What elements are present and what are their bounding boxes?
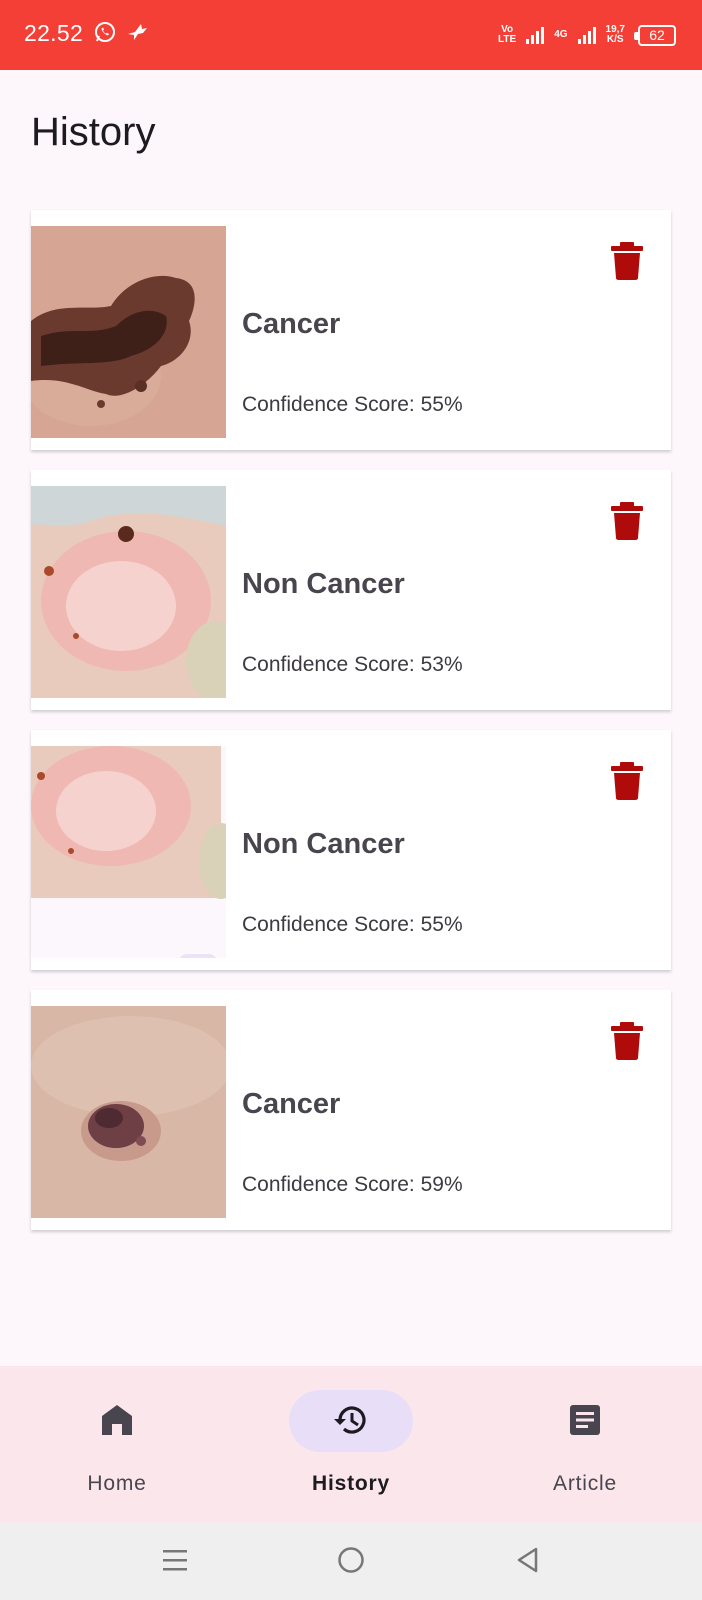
diagnosis-label: Cancer xyxy=(242,308,341,340)
nav-item-history[interactable]: History xyxy=(271,1388,431,1498)
confidence-score: Confidence Score: 53% xyxy=(242,653,463,676)
volte-indicator: Vo LTE xyxy=(498,24,517,45)
battery-indicator: 62 xyxy=(634,24,676,46)
page-title: History xyxy=(31,110,156,154)
history-card[interactable]: + Non Cancer Confidence Score: 55% xyxy=(31,730,671,970)
data-speed: 19,7 K/S xyxy=(605,24,625,45)
menu-icon[interactable] xyxy=(161,1546,189,1574)
bird-icon xyxy=(128,24,147,40)
network-type: 4G xyxy=(554,29,568,40)
home-icon xyxy=(102,1405,132,1435)
confidence-score: Confidence Score: 55% xyxy=(242,393,463,416)
nav-item-home[interactable]: Home xyxy=(37,1388,197,1498)
nav-item-article[interactable]: Article xyxy=(505,1388,665,1498)
nav-label: History xyxy=(312,1472,390,1495)
skin-image: + xyxy=(31,746,226,958)
trash-icon[interactable] xyxy=(611,502,643,540)
bottom-navigation: Home History Article xyxy=(0,1366,702,1523)
history-card[interactable]: Non Cancer Confidence Score: 53% xyxy=(31,470,671,710)
confidence-score: Confidence Score: 59% xyxy=(242,1173,463,1196)
signal-icon xyxy=(526,27,545,44)
confidence-score: Confidence Score: 55% xyxy=(242,913,463,936)
trash-icon[interactable] xyxy=(611,242,643,280)
status-time: 22.52 xyxy=(24,20,84,46)
whatsapp-icon xyxy=(95,22,115,42)
skin-image xyxy=(31,1006,226,1218)
article-icon xyxy=(570,1405,600,1435)
add-button[interactable]: + xyxy=(179,954,217,958)
trash-icon[interactable] xyxy=(611,762,643,800)
nav-label: Article xyxy=(553,1472,617,1495)
nav-label: Home xyxy=(87,1472,147,1495)
trash-icon[interactable] xyxy=(611,1022,643,1060)
skin-image xyxy=(31,486,226,698)
history-icon xyxy=(334,1406,366,1434)
status-bar: 22.52 Vo LTE 4G 19,7 K/S 62 xyxy=(0,0,702,70)
diagnosis-label: Cancer xyxy=(242,1088,341,1120)
status-indicators: Vo LTE 4G 19,7 K/S 62 xyxy=(498,16,676,54)
diagnosis-label: Non Cancer xyxy=(242,568,405,600)
skin-image xyxy=(31,226,226,438)
signal-icon xyxy=(577,27,596,44)
back-icon[interactable] xyxy=(514,1546,542,1574)
home-circle-icon[interactable] xyxy=(337,1546,365,1574)
history-card[interactable]: Cancer Confidence Score: 59% xyxy=(31,990,671,1230)
history-card[interactable]: Cancer Confidence Score: 55% xyxy=(31,210,671,450)
system-navigation-bar xyxy=(0,1523,702,1600)
diagnosis-label: Non Cancer xyxy=(242,828,405,860)
